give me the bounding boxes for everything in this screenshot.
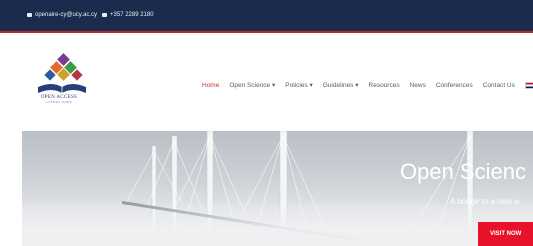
nav-policies[interactable]: Policies ▾	[285, 81, 312, 89]
nav-conferences[interactable]: Conferences	[436, 82, 473, 89]
contact-info: openaire-cy@ucy.ac.cy +357 2289 2180	[27, 12, 154, 18]
fog-overlay	[22, 201, 533, 246]
nav-news[interactable]: News	[410, 82, 426, 89]
top-contact-bar: openaire-cy@ucy.ac.cy +357 2289 2180	[0, 0, 533, 33]
nav-open-science[interactable]: Open Science ▾	[229, 81, 275, 89]
envelope-icon	[27, 13, 32, 17]
nav-resources[interactable]: Resources	[369, 82, 400, 89]
logo-subtitle: CYPRUS NODE	[45, 100, 73, 104]
uk-flag-icon[interactable]	[524, 81, 533, 89]
hero-banner: Open Scienc A bridge to a new w VISIT NO…	[22, 131, 533, 246]
site-logo-icon[interactable]	[32, 53, 92, 113]
nav-home[interactable]: Home	[202, 82, 219, 89]
hero-title: Open Scienc	[400, 159, 526, 184]
visit-now-button[interactable]: VISIT NOW	[478, 222, 533, 246]
logo-text: OPEN ACCESS CYPRUS NODE	[28, 95, 90, 104]
site-header: OPEN ACCESS CYPRUS NODE Home Open Scienc…	[0, 33, 533, 131]
nav-guidelines[interactable]: Guidelines ▾	[323, 81, 359, 89]
phone-icon	[102, 13, 108, 17]
contact-email[interactable]: openaire-cy@ucy.ac.cy	[35, 12, 97, 18]
main-navigation: Home Open Science ▾ Policies ▾ Guideline…	[202, 81, 533, 89]
hero-subtitle: A bridge to a new w	[450, 197, 520, 206]
contact-phone[interactable]: +357 2289 2180	[110, 12, 154, 18]
nav-contact-us[interactable]: Contact Us	[483, 82, 515, 89]
